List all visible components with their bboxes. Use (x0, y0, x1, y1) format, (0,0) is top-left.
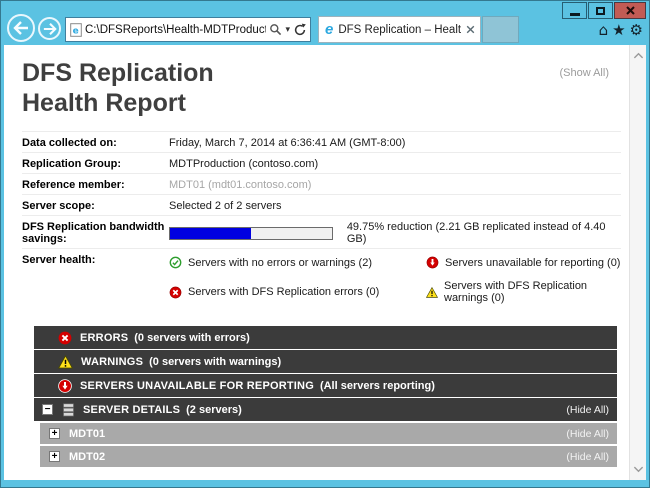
server-name: MDT02 (69, 451, 105, 463)
info-label: Server scope: (22, 199, 169, 212)
info-value: Friday, March 7, 2014 at 6:36:41 AM (GMT… (169, 136, 621, 149)
health-item-label: Servers with no errors or warnings (2) (188, 257, 372, 269)
expand-toggle[interactable]: + (49, 428, 60, 439)
close-icon (625, 5, 636, 16)
section-title: ERRORS (80, 332, 128, 344)
browser-window: e C:\DFSReports\Health-MDTProduction-07M… (0, 0, 650, 488)
bandwidth-summary: 49.75% reduction (2.21 GB replicated ins… (347, 221, 621, 245)
bandwidth-progress-bar (169, 227, 333, 240)
info-label: Replication Group: (22, 157, 169, 170)
health-item-warnings: Servers with DFS Replication warnings (0… (426, 280, 621, 304)
forward-arrow-icon (42, 22, 58, 36)
address-bar[interactable]: e C:\DFSReports\Health-MDTProduction-07M… (65, 17, 311, 42)
section-title: SERVER DETAILS (83, 404, 180, 416)
forward-button[interactable] (38, 17, 61, 40)
health-item-no-errors: Servers with no errors or warnings (2) (169, 256, 426, 269)
info-value: MDTProduction (contoso.com) (169, 157, 621, 170)
section-servers-unavailable[interactable]: SERVERS UNAVAILABLE FOR REPORTING (All s… (34, 374, 617, 397)
maximize-button[interactable] (588, 2, 613, 19)
health-item-label: Servers unavailable for reporting (0) (445, 257, 620, 269)
scroll-down-arrow[interactable] (630, 461, 647, 478)
browser-tab[interactable]: e DFS Replication – Health Re... (318, 16, 481, 43)
scrollbar[interactable] (629, 45, 646, 480)
unavailable-icon (426, 256, 439, 269)
unavailable-icon (58, 379, 72, 393)
section-title: WARNINGS (81, 356, 143, 368)
page-title: DFS Replication Health Report (22, 58, 621, 118)
window-controls (562, 2, 646, 19)
health-item-errors: Servers with DFS Replication errors (0) (169, 280, 426, 304)
server-row-mdt02[interactable]: + MDT02 (Hide All) (40, 446, 617, 467)
address-dropdown-caret-icon[interactable]: ▾ (285, 24, 290, 35)
info-value: MDT01 (mdt01.contoso.com) (169, 178, 621, 191)
tab-close-icon[interactable] (466, 25, 475, 34)
close-button[interactable] (614, 2, 646, 19)
refresh-icon[interactable] (293, 23, 307, 37)
hide-all-link[interactable]: (Hide All) (566, 451, 609, 463)
expand-toggle[interactable]: + (49, 451, 60, 462)
info-label: DFS Replication bandwidth savings: (22, 220, 169, 245)
page-icon: e (70, 23, 82, 37)
info-value: Selected 2 of 2 servers (169, 199, 621, 212)
warning-triangle-icon (58, 355, 73, 369)
section-subtitle: (0 servers with warnings) (149, 356, 281, 368)
report-page: DFS Replication Health Report (Show All)… (4, 45, 629, 480)
server-icon (63, 403, 75, 417)
health-item-label: Servers with DFS Replication warnings (0… (444, 280, 621, 304)
section-errors[interactable]: ERRORS (0 servers with errors) (34, 326, 617, 349)
home-icon[interactable]: ⌂ (599, 21, 609, 39)
info-row-reference-member: Reference member: MDT01 (mdt01.contoso.c… (22, 174, 621, 195)
settings-gear-icon[interactable]: ⚙ (630, 21, 643, 39)
maximize-icon (596, 7, 605, 15)
info-label: Reference member: (22, 178, 169, 191)
info-row-replication-group: Replication Group: MDTProduction (contos… (22, 153, 621, 174)
show-all-link[interactable]: (Show All) (559, 67, 609, 79)
tab-title: DFS Replication – Health Re... (338, 24, 461, 36)
info-label: Server health: (22, 253, 169, 266)
info-row-bandwidth-savings: DFS Replication bandwidth savings: 49.75… (22, 216, 621, 249)
info-row-server-health: Server health: Servers with no errors or… (22, 249, 621, 315)
ie-logo-icon: e (325, 22, 333, 37)
section-title: SERVERS UNAVAILABLE FOR REPORTING (80, 380, 314, 392)
hide-all-link[interactable]: (Hide All) (566, 404, 609, 416)
minimize-button[interactable] (562, 2, 587, 19)
report-summary: Data collected on: Friday, March 7, 2014… (22, 131, 621, 315)
back-arrow-icon (12, 20, 30, 36)
toolbar-icons: ⌂ ★ ⚙ (599, 21, 643, 39)
health-item-unavailable: Servers unavailable for reporting (0) (426, 256, 621, 269)
info-label: Data collected on: (22, 136, 169, 149)
minimize-icon (570, 13, 580, 16)
hide-all-link[interactable]: (Hide All) (566, 428, 609, 440)
section-subtitle: (2 servers) (186, 404, 242, 416)
section-warnings[interactable]: WARNINGS (0 servers with warnings) (34, 350, 617, 373)
search-icon[interactable] (269, 23, 282, 36)
ok-check-icon (169, 256, 182, 269)
bandwidth-progress-fill (170, 228, 251, 239)
content-area: DFS Replication Health Report (Show All)… (4, 45, 646, 480)
favorites-star-icon[interactable]: ★ (612, 21, 625, 39)
health-item-label: Servers with DFS Replication errors (0) (188, 286, 379, 298)
title-line-2: Health Report (22, 88, 621, 118)
address-text: C:\DFSReports\Health-MDTProduction-07Ma (85, 24, 266, 36)
title-line-1: DFS Replication (22, 58, 621, 88)
info-row-server-scope: Server scope: Selected 2 of 2 servers (22, 195, 621, 216)
info-row-data-collected: Data collected on: Friday, March 7, 2014… (22, 132, 621, 153)
new-tab-button[interactable] (482, 16, 519, 43)
server-row-mdt01[interactable]: + MDT01 (Hide All) (40, 423, 617, 444)
section-server-details[interactable]: − SERVER DETAILS (2 servers) (Hide All) (34, 398, 617, 421)
report-sections: ERRORS (0 servers with errors) WARNINGS … (34, 326, 617, 467)
section-subtitle: (All servers reporting) (320, 380, 435, 392)
error-x-icon (169, 286, 182, 299)
back-button[interactable] (7, 14, 35, 42)
warning-triangle-icon (426, 286, 438, 299)
collapse-toggle[interactable]: − (42, 404, 53, 415)
svg-text:e: e (73, 26, 79, 36)
server-name: MDT01 (69, 428, 105, 440)
error-x-icon (58, 331, 72, 345)
scroll-up-arrow[interactable] (630, 47, 647, 64)
section-subtitle: (0 servers with errors) (134, 332, 250, 344)
